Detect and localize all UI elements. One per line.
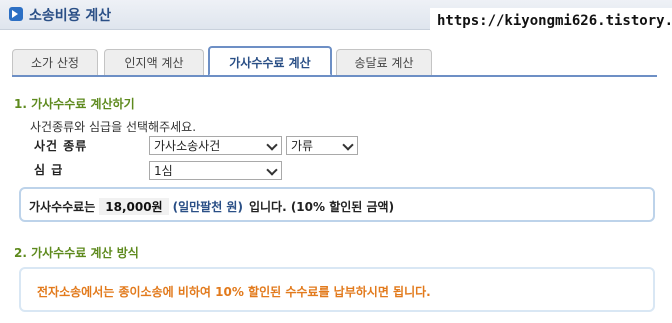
case-type-select[interactable]: 가사소송사건 [149,136,282,155]
result-line: 가사수수료는 18,000원 (일만팔천 원) 입니다. (10% 할인된 금액) [29,198,394,215]
instance-select[interactable]: 1심 [149,161,282,180]
window-title: 소송비용 계산 [29,8,112,24]
fee-amount-words: (일만팔천 원) [172,200,243,214]
chevron-down-icon [266,139,278,151]
result-suffix: 입니다. (10% 할인된 금액) [248,200,395,214]
result-box: 가사수수료는 18,000원 (일만팔천 원) 입니다. (10% 할인된 금액) [19,187,655,222]
section-method-title: 2. 가사수수료 계산 방식 [14,246,139,260]
instance-label: 심 급 [34,163,64,177]
tab-stamp-fee[interactable]: 인지액 계산 [104,49,204,75]
section-calc-title: 1. 가사수수료 계산하기 [14,97,135,111]
chevron-down-icon [266,164,278,176]
selection-hint: 사건종류와 심급을 선택해주세요. [30,120,197,134]
tab-family-fee[interactable]: 가사수수료 계산 [208,46,332,76]
case-class-value: 가류 [291,139,314,153]
tab-claim-value[interactable]: 소가 산정 [12,49,98,75]
play-bullet-icon [9,7,23,21]
method-description: 전자소송에서는 종이소송에 비하여 10% 할인된 수수료를 납부하시면 됩니다… [37,285,431,299]
tab-underline [12,75,657,77]
case-class-select[interactable]: 가류 [286,136,358,155]
tab-service-fee[interactable]: 송달료 계산 [336,49,432,75]
case-type-value: 가사소송사건 [154,139,221,153]
case-type-label: 사건 종류 [34,139,88,153]
result-prefix: 가사수수료는 [29,200,96,214]
chevron-down-icon [342,139,354,151]
watermark-url: https://kiyongmi626.tistory.com [430,8,672,34]
fee-amount: 18,000원 [99,198,169,215]
instance-value: 1심 [154,164,173,178]
method-box: 전자소송에서는 종이소송에 비하여 10% 할인된 수수료를 납부하시면 됩니다… [19,267,655,312]
